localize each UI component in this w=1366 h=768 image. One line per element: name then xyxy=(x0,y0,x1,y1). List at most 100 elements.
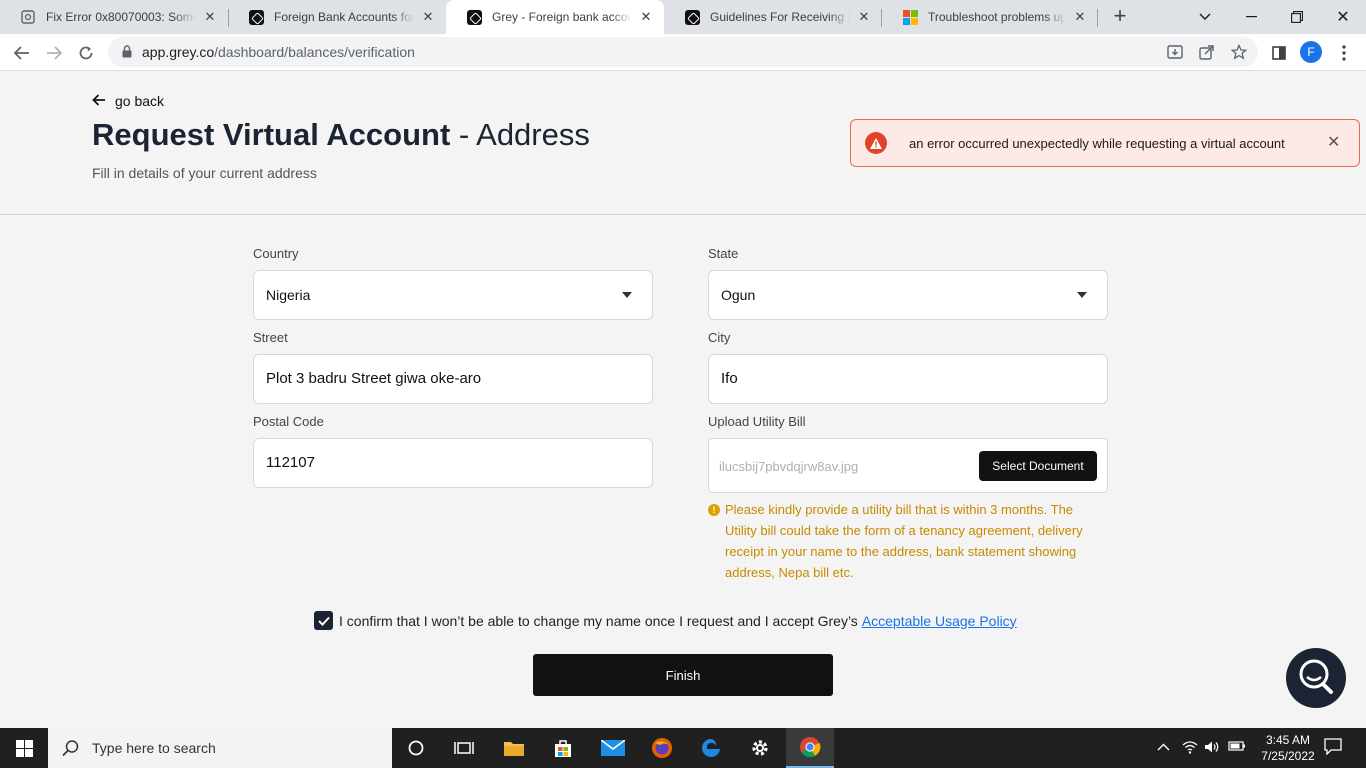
postal-code-label: Postal Code xyxy=(253,414,324,429)
windows-taskbar: Type here to search 3:45 AM 7/25/2022 xyxy=(0,728,1366,768)
browser-tab[interactable]: Troubleshoot problems updating Windows ✕ xyxy=(882,0,1098,34)
note-text: Please kindly provide a utility bill tha… xyxy=(725,502,1083,580)
search-help-icon xyxy=(1296,656,1336,701)
search-placeholder: Type here to search xyxy=(92,740,216,756)
city-value: Ifo xyxy=(721,370,738,387)
chevron-up-icon[interactable] xyxy=(1157,740,1170,754)
go-back-link[interactable]: go back xyxy=(92,93,164,109)
system-clock[interactable]: 3:45 AM 7/25/2022 xyxy=(1258,732,1318,764)
search-icon xyxy=(62,739,80,757)
window-close-icon[interactable]: ✕ xyxy=(1320,0,1366,34)
tab-title: Foreign Bank Accounts for Africans xyxy=(274,10,414,24)
uploaded-filename: ilucsbij7pbvdqjrw8av.jpg xyxy=(719,459,859,474)
battery-icon[interactable] xyxy=(1228,740,1246,755)
state-select[interactable]: Ogun xyxy=(708,270,1108,320)
tab-title: Fix Error 0x80070003: Some Updates Files… xyxy=(46,10,196,24)
browser-tab-strip: Fix Error 0x80070003: Some Updates Files… xyxy=(0,0,1366,34)
city-label: City xyxy=(708,330,731,345)
edge-icon[interactable] xyxy=(687,728,735,768)
notifications-icon[interactable] xyxy=(1324,738,1342,758)
microsoft-logo-icon xyxy=(902,9,918,25)
settings-gear-icon[interactable] xyxy=(736,728,784,768)
error-message: an error occurred unexpectedly while req… xyxy=(909,136,1285,151)
postal-code-input[interactable]: 112107 xyxy=(253,438,653,488)
utility-bill-upload[interactable]: ilucsbij7pbvdqjrw8av.jpg Select Document xyxy=(708,438,1108,493)
volume-icon[interactable] xyxy=(1204,740,1220,757)
upload-label: Upload Utility Bill xyxy=(708,414,806,429)
task-view-icon[interactable] xyxy=(440,728,488,768)
close-icon[interactable]: ✕ xyxy=(202,9,218,25)
minimize-icon[interactable] xyxy=(1228,0,1274,34)
lock-icon xyxy=(122,45,132,63)
chevron-down-icon xyxy=(1077,292,1087,298)
cortana-icon[interactable] xyxy=(392,728,440,768)
tab-search-icon[interactable] xyxy=(1182,0,1228,34)
browser-toolbar: app.grey.co/dashboard/balances/verificat… xyxy=(0,34,1366,71)
mail-icon[interactable] xyxy=(589,728,637,768)
install-app-icon[interactable] xyxy=(1166,43,1184,61)
tab-title: Grey - Foreign bank accounts xyxy=(492,10,632,24)
confirm-row: I confirm that I won’t be able to change… xyxy=(314,611,1017,630)
browser-tab[interactable]: Fix Error 0x80070003: Some Updates Files… xyxy=(0,0,228,34)
microsoft-store-icon[interactable] xyxy=(539,728,587,768)
url-text: app.grey.co/dashboard/balances/verificat… xyxy=(142,44,415,60)
country-value: Nigeria xyxy=(266,287,311,303)
side-panel-icon[interactable] xyxy=(1265,39,1293,67)
close-icon[interactable]: ✕ xyxy=(638,9,654,25)
close-icon[interactable]: ✕ xyxy=(1327,134,1340,152)
page-content: go back Request Virtual Account - Addres… xyxy=(0,71,1366,728)
grey-logo-icon xyxy=(684,9,700,25)
kebab-menu-icon[interactable] xyxy=(1330,39,1358,67)
finish-button[interactable]: Finish xyxy=(533,654,833,696)
browser-tab-active[interactable]: Grey - Foreign bank accounts ✕ xyxy=(446,0,664,34)
profile-avatar[interactable]: F xyxy=(1300,41,1322,63)
settings-page-icon xyxy=(20,9,36,25)
state-label: State xyxy=(708,246,739,261)
help-chat-button[interactable] xyxy=(1286,648,1346,708)
file-explorer-icon[interactable] xyxy=(490,728,538,768)
close-icon[interactable]: ✕ xyxy=(856,9,872,25)
chevron-down-icon xyxy=(622,292,632,298)
street-value: Plot 3 badru Street giwa oke-aro xyxy=(266,370,482,387)
confirm-text: I confirm that I won’t be able to change… xyxy=(339,612,858,629)
address-bar[interactable]: app.grey.co/dashboard/balances/verificat… xyxy=(108,37,1258,67)
new-tab-button[interactable]: + xyxy=(1108,5,1132,29)
country-select[interactable]: Nigeria xyxy=(253,270,653,320)
firefox-icon[interactable] xyxy=(638,728,686,768)
select-document-button[interactable]: Select Document xyxy=(979,451,1097,481)
chrome-icon[interactable] xyxy=(786,728,834,768)
arrow-left-icon xyxy=(92,93,106,109)
postal-code-value: 112107 xyxy=(266,454,315,471)
tab-title: Guidelines For Receiving Payments xyxy=(710,10,850,24)
error-toast: an error occurred unexpectedly while req… xyxy=(850,119,1360,167)
star-icon[interactable] xyxy=(1230,43,1248,61)
country-label: Country xyxy=(253,246,299,261)
share-icon[interactable] xyxy=(1198,43,1216,61)
back-arrow-icon[interactable] xyxy=(8,39,36,67)
city-input[interactable]: Ifo xyxy=(708,354,1108,404)
taskbar-search-box[interactable]: Type here to search xyxy=(48,728,392,768)
browser-tab[interactable]: Guidelines For Receiving Payments ✕ xyxy=(664,0,882,34)
street-input[interactable]: Plot 3 badru Street giwa oke-aro xyxy=(253,354,653,404)
wifi-icon[interactable] xyxy=(1182,740,1198,757)
reload-icon[interactable] xyxy=(72,39,100,67)
page-subtitle: Fill in details of your current address xyxy=(92,165,317,181)
close-icon[interactable]: ✕ xyxy=(1072,9,1088,25)
grey-logo-icon xyxy=(466,9,482,25)
close-icon[interactable]: ✕ xyxy=(420,9,436,25)
clock-time: 3:45 AM xyxy=(1265,733,1311,747)
warning-icon xyxy=(865,132,887,154)
info-icon: ! xyxy=(708,504,720,516)
street-label: Street xyxy=(253,330,288,345)
windows-start-icon[interactable] xyxy=(0,728,48,768)
forward-arrow-icon[interactable] xyxy=(40,39,68,67)
acceptable-usage-policy-link[interactable]: Acceptable Usage Policy xyxy=(862,613,1017,629)
restore-icon[interactable] xyxy=(1274,0,1320,34)
header-divider xyxy=(0,214,1366,215)
page-title: Request Virtual Account - Address xyxy=(92,117,590,152)
confirm-checkbox[interactable] xyxy=(314,611,333,630)
go-back-label: go back xyxy=(115,93,165,109)
browser-tab[interactable]: Foreign Bank Accounts for Africans ✕ xyxy=(228,0,446,34)
tab-title: Troubleshoot problems updating Windows xyxy=(928,10,1066,24)
state-value: Ogun xyxy=(721,287,756,303)
